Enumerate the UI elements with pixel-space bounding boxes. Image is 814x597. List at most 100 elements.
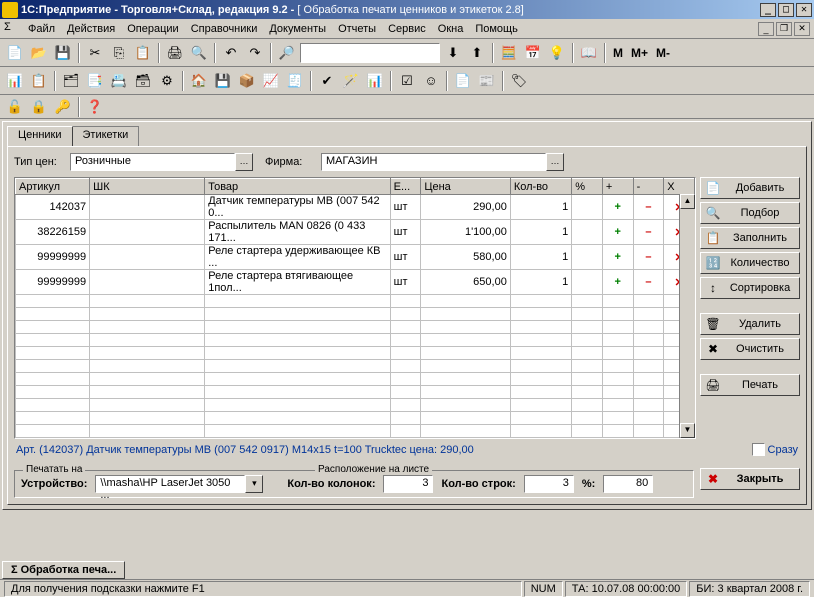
tb2-19-icon[interactable]: 📰	[476, 70, 498, 92]
calculator-icon[interactable]: 🧮	[498, 42, 520, 64]
maximize-button[interactable]: □	[778, 3, 794, 17]
table-row[interactable]: 38226159Распылитель MAN 0826 (0 433 171.…	[16, 220, 695, 245]
items-grid[interactable]: АртикулШКТоварЕ...ЦенаКол-во%+-X 142037Д…	[14, 177, 696, 439]
tb2-11-icon[interactable]: 📈	[260, 70, 282, 92]
book-icon[interactable]: 📖	[578, 42, 600, 64]
pick-button[interactable]: 🔍Подбор	[700, 202, 800, 224]
table-row[interactable]	[16, 399, 695, 412]
mdi-restore-button[interactable]: ❐	[776, 22, 792, 36]
now-checkbox[interactable]: Сразу	[752, 443, 798, 456]
mdi-minimize-button[interactable]: _	[758, 22, 774, 36]
paste-icon[interactable]: 📋	[132, 42, 154, 64]
grid-col-4[interactable]: Цена	[421, 179, 511, 195]
find-icon[interactable]: 🔎	[276, 42, 298, 64]
table-row[interactable]	[16, 373, 695, 386]
firm-field[interactable]: МАГАЗИН	[321, 153, 546, 171]
search-input[interactable]	[300, 43, 440, 63]
tb2-17-icon[interactable]: ☺	[420, 70, 442, 92]
calendar-icon[interactable]: 📅	[522, 42, 544, 64]
tab-price-tags[interactable]: Ценники	[7, 126, 73, 146]
copy-icon[interactable]: ⎘	[108, 42, 130, 64]
tb2-3-icon[interactable]: 🗂	[60, 70, 82, 92]
scroll-up-button[interactable]: ▲	[680, 194, 695, 209]
tb2-2-icon[interactable]: 📋	[28, 70, 50, 92]
menu-reports[interactable]: Отчеты	[332, 21, 382, 37]
delete-button[interactable]: 🗑Удалить	[700, 313, 800, 335]
table-row[interactable]	[16, 308, 695, 321]
tb2-7-icon[interactable]: ⚙	[156, 70, 178, 92]
mdi-close-button[interactable]: ✕	[794, 22, 810, 36]
table-row[interactable]: 99999999Реле стартера втягивающее 1пол..…	[16, 270, 695, 295]
table-row[interactable]: 99999999Реле стартера удерживающее КВ ..…	[16, 245, 695, 270]
period-mminus[interactable]: M-	[653, 46, 673, 60]
menu-refs[interactable]: Справочники	[185, 21, 264, 37]
table-row[interactable]	[16, 347, 695, 360]
close-form-button[interactable]: ✖Закрыть	[700, 468, 800, 490]
table-row[interactable]	[16, 295, 695, 308]
tips-icon[interactable]: 💡	[546, 42, 568, 64]
menu-docs[interactable]: Документы	[263, 21, 332, 37]
grid-col-3[interactable]: Е...	[390, 179, 421, 195]
grid-col-8[interactable]: -	[633, 179, 664, 195]
tb3-2-icon[interactable]: 🔒	[28, 96, 50, 118]
tb2-4-icon[interactable]: 📑	[84, 70, 106, 92]
menu-service[interactable]: Сервис	[382, 21, 432, 37]
tb2-10-icon[interactable]: 📦	[236, 70, 258, 92]
table-row[interactable]	[16, 425, 695, 438]
device-field[interactable]: \\masha\HP LaserJet 3050 ...	[95, 475, 245, 493]
redo-icon[interactable]: ↷	[244, 42, 266, 64]
table-row[interactable]	[16, 321, 695, 334]
tb3-1-icon[interactable]: 🔓	[4, 96, 26, 118]
print-icon[interactable]: 🖨	[164, 42, 186, 64]
menu-actions[interactable]: Действия	[61, 21, 121, 37]
clear-button[interactable]: ✖Очистить	[700, 338, 800, 360]
scroll-down-button[interactable]: ▼	[680, 423, 695, 438]
grid-col-1[interactable]: ШК	[90, 179, 205, 195]
table-row[interactable]	[16, 412, 695, 425]
close-button[interactable]: ✕	[796, 3, 812, 17]
cut-icon[interactable]: ✂	[84, 42, 106, 64]
help-icon[interactable]: ❓	[84, 96, 106, 118]
tool-a-icon[interactable]: ⬇	[442, 42, 464, 64]
grid-col-2[interactable]: Товар	[205, 179, 390, 195]
quantity-button[interactable]: 🔢Количество	[700, 252, 800, 274]
grid-col-9[interactable]: X	[664, 179, 695, 195]
tb2-5-icon[interactable]: 📇	[108, 70, 130, 92]
menu-file[interactable]: Файл	[22, 21, 61, 37]
tb2-16-icon[interactable]: ☑	[396, 70, 418, 92]
table-row[interactable]	[16, 438, 695, 440]
table-row[interactable]	[16, 360, 695, 373]
tb2-15-icon[interactable]: 📊	[364, 70, 386, 92]
table-row[interactable]	[16, 334, 695, 347]
grid-col-7[interactable]: +	[602, 179, 633, 195]
table-row[interactable]	[16, 386, 695, 399]
pct-field[interactable]: 80	[603, 475, 653, 493]
grid-col-0[interactable]: Артикул	[16, 179, 90, 195]
tb2-14-icon[interactable]: 🪄	[340, 70, 362, 92]
tb2-18-icon[interactable]: 📄	[452, 70, 474, 92]
minimize-button[interactable]: _	[760, 3, 776, 17]
undo-icon[interactable]: ↶	[220, 42, 242, 64]
tb2-13-icon[interactable]: ✔	[316, 70, 338, 92]
menu-operations[interactable]: Операции	[121, 21, 184, 37]
preview-icon[interactable]: 🔍	[188, 42, 210, 64]
price-type-field[interactable]: Розничные	[70, 153, 235, 171]
menu-help[interactable]: Помощь	[469, 21, 524, 37]
tb2-1-icon[interactable]: 📊	[4, 70, 26, 92]
price-type-picker-button[interactable]: …	[235, 153, 253, 171]
tb3-3-icon[interactable]: 🔑	[52, 96, 74, 118]
grid-col-6[interactable]: %	[572, 179, 603, 195]
tb2-20-icon[interactable]: 🏷	[508, 70, 530, 92]
tool-b-icon[interactable]: ⬆	[466, 42, 488, 64]
device-dropdown-button[interactable]: ▾	[245, 475, 263, 493]
fill-button[interactable]: 📋Заполнить	[700, 227, 800, 249]
open-icon[interactable]: 📂	[28, 42, 50, 64]
grid-col-5[interactable]: Кол-во	[510, 179, 571, 195]
rows-field[interactable]: 3	[524, 475, 574, 493]
print-button[interactable]: 🖨Печать	[700, 374, 800, 396]
tb2-12-icon[interactable]: 🧾	[284, 70, 306, 92]
save-icon[interactable]: 💾	[52, 42, 74, 64]
period-mplus[interactable]: M+	[628, 46, 651, 60]
tb2-8-icon[interactable]: 🏠	[188, 70, 210, 92]
tab-labels[interactable]: Этикетки	[72, 126, 140, 146]
